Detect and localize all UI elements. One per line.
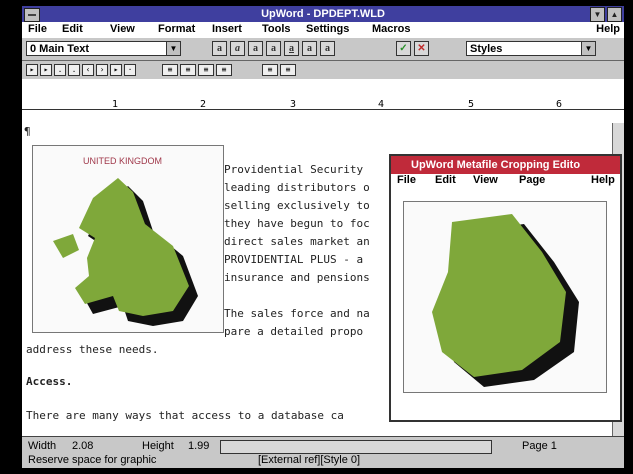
crop-menu-edit[interactable]: Edit <box>435 174 456 186</box>
text-line: pare a detailed propo <box>224 325 364 338</box>
paragraph-mark: ¶ <box>24 125 31 138</box>
window-title: UpWord - DPDEPT.WLD <box>261 8 385 20</box>
normal-button[interactable]: a <box>320 41 335 56</box>
styles-combo-value: Styles <box>470 43 503 55</box>
text-line: selling exclusively to <box>224 199 370 212</box>
uk-map-svg: UNITED KINGDOM <box>53 156 198 326</box>
menu-help[interactable]: Help <box>596 23 620 35</box>
horizontal-scrollbar[interactable] <box>220 440 492 454</box>
menu-edit[interactable]: Edit <box>62 23 83 35</box>
crop-menu-bar: File Edit View Page Help <box>391 174 620 188</box>
height-value: 1.99 <box>188 440 210 452</box>
indent-right-icon[interactable]: › <box>96 64 108 76</box>
menu-file[interactable]: File <box>28 23 47 35</box>
cropped-map-graphic[interactable] <box>403 201 607 393</box>
text-line: direct sales market an <box>224 235 370 248</box>
text-line: address these needs. <box>26 343 159 356</box>
bold-button[interactable]: a <box>212 41 227 56</box>
cross-icon[interactable]: ✕ <box>414 41 429 56</box>
menu-settings[interactable]: Settings <box>306 23 349 35</box>
style-combo-value: 0 Main Text <box>30 43 90 55</box>
tab-right-icon[interactable]: . <box>54 64 66 76</box>
cropped-map-svg <box>432 214 579 387</box>
double-underline-button[interactable]: a <box>302 41 317 56</box>
uk-map-graphic[interactable]: UNITED KINGDOM <box>32 145 224 333</box>
menu-macros[interactable]: Macros <box>372 23 411 35</box>
text-line: PROVIDENTIAL PLUS - a <box>224 253 364 266</box>
tab-decimal-icon[interactable]: . <box>68 64 80 76</box>
align-left-icon[interactable]: ≡ <box>162 64 178 76</box>
underline-button[interactable]: a <box>284 41 299 56</box>
title-bar: UpWord - DPDEPT.WLD ▼ ▲ <box>22 6 624 22</box>
menu-tools[interactable]: Tools <box>262 23 291 35</box>
menu-view[interactable]: View <box>110 23 135 35</box>
chevron-down-icon[interactable]: ▼ <box>581 42 595 55</box>
text-line: The sales force and na <box>224 307 370 320</box>
tab-left-icon[interactable]: ▸ <box>26 64 38 76</box>
text-line: leading distributors o <box>224 181 370 194</box>
ruler-number: 5 <box>468 99 475 110</box>
chevron-down-icon[interactable]: ▼ <box>166 42 180 55</box>
spacing-single-icon[interactable]: ≡ <box>262 64 278 76</box>
superscript-button[interactable]: a <box>248 41 263 56</box>
ruler-number: 6 <box>556 99 563 110</box>
status-message: Reserve space for graphic <box>28 454 157 466</box>
arrow-right-icon[interactable]: ▸ <box>110 64 122 76</box>
map-label: UNITED KINGDOM <box>83 156 162 166</box>
menu-format[interactable]: Format <box>158 23 195 35</box>
text-line: insurance and pensions <box>224 271 370 284</box>
justify-icon[interactable]: ≡ <box>216 64 232 76</box>
maximize-icon[interactable]: ▲ <box>607 7 622 22</box>
menu-bar: File Edit View Format Insert Tools Setti… <box>22 22 624 38</box>
ruler-number: 4 <box>378 99 385 110</box>
width-value: 2.08 <box>72 440 94 452</box>
width-label: Width <box>28 440 57 452</box>
heading-line: Access. <box>26 375 73 388</box>
styles-combo[interactable]: Styles ▼ <box>466 41 596 56</box>
align-right-icon[interactable]: ≡ <box>198 64 214 76</box>
status-info: [External ref][Style 0] <box>258 454 361 466</box>
format-toolbar: 0 Main Text ▼ a a a a a a a ✓ ✕ Styles ▼ <box>22 38 624 61</box>
crop-menu-page[interactable]: Page <box>519 174 545 186</box>
upword-window: UpWord - DPDEPT.WLD ▼ ▲ File Edit View Fo… <box>22 6 624 468</box>
text-line: Providential Security <box>224 163 364 176</box>
ruler-number: 1 <box>112 99 119 110</box>
style-combo[interactable]: 0 Main Text ▼ <box>26 41 181 56</box>
text-line: There are many ways that access to a dat… <box>26 409 344 422</box>
system-menu-icon[interactable] <box>24 8 40 22</box>
align-center-icon[interactable]: ≡ <box>180 64 196 76</box>
text-line: they have begun to foc <box>224 217 370 230</box>
tab-bar-icon[interactable]: · <box>124 64 136 76</box>
ruler[interactable]: 1 2 3 4 5 6 <box>22 79 624 124</box>
crop-menu-view[interactable]: View <box>473 174 498 186</box>
check-icon[interactable]: ✓ <box>396 41 411 56</box>
page-indicator: Page 1 <box>522 440 557 452</box>
menu-insert[interactable]: Insert <box>212 23 242 35</box>
tab-center-icon[interactable]: ▸ <box>40 64 52 76</box>
paragraph-toolbar: ▸ ▸ . . ‹ › ▸ · ≡ ≡ ≡ ≡ ≡ ≡ <box>22 61 624 79</box>
height-label: Height <box>142 440 174 452</box>
status-bar: Width 2.08 Height 1.99 Page 1 Reserve sp… <box>22 436 624 468</box>
crop-menu-file[interactable]: File <box>397 174 416 186</box>
spacing-double-icon[interactable]: ≡ <box>280 64 296 76</box>
ruler-number: 2 <box>200 99 207 110</box>
ruler-number: 3 <box>290 99 297 110</box>
cropping-editor-window: UpWord Metafile Cropping Edito File Edit… <box>389 154 622 422</box>
crop-title-bar: UpWord Metafile Cropping Edito <box>391 156 620 174</box>
minimize-icon[interactable]: ▼ <box>590 7 605 22</box>
italic-button[interactable]: a <box>230 41 245 56</box>
crop-menu-help[interactable]: Help <box>591 174 615 186</box>
indent-left-icon[interactable]: ‹ <box>82 64 94 76</box>
subscript-button[interactable]: a <box>266 41 281 56</box>
